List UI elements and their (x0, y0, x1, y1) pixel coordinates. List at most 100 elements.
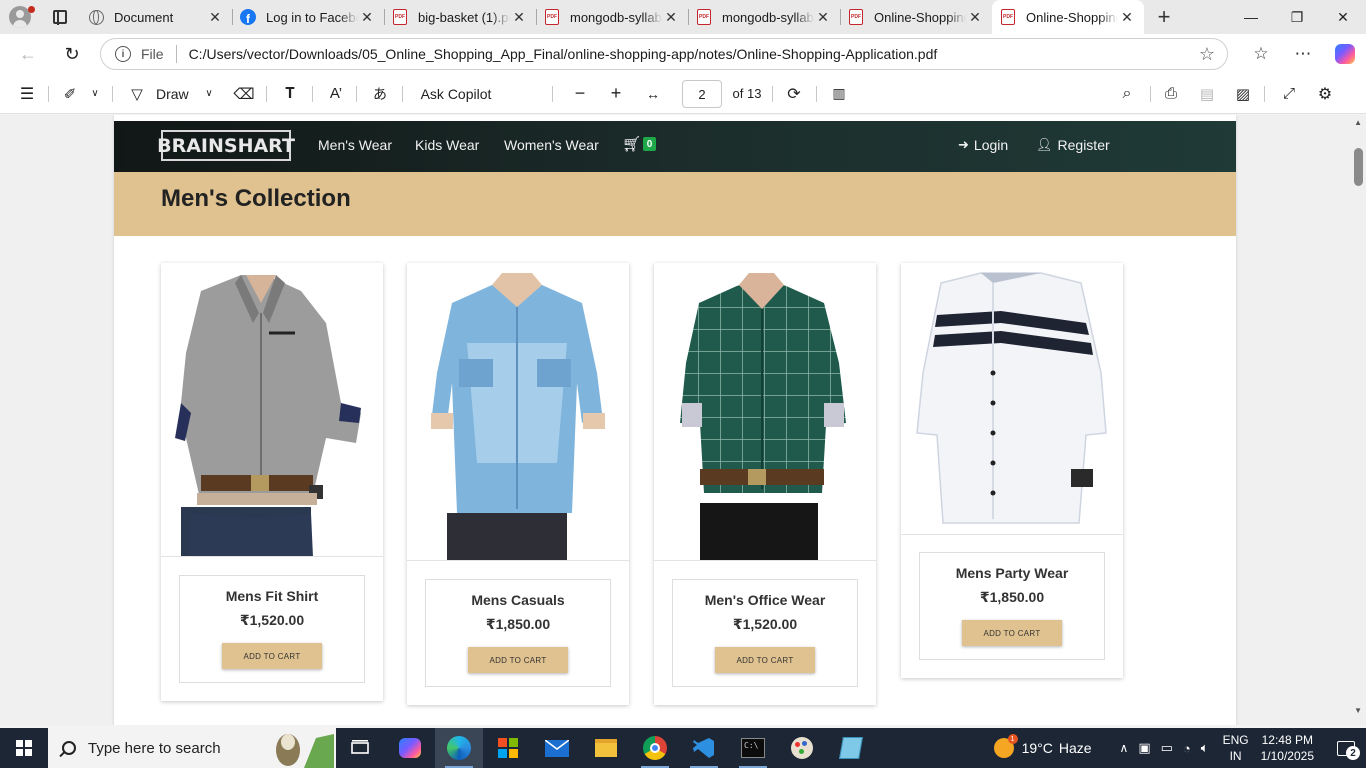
login-link[interactable]: ➜ Login (958, 137, 1008, 153)
draw-icon[interactable]: ▽ (126, 74, 148, 114)
scrollbar-thumb[interactable] (1354, 148, 1363, 186)
draw-dropdown-icon[interactable]: ∨ (200, 74, 218, 114)
mail-icon[interactable] (533, 728, 581, 768)
eraser-icon[interactable]: ⌫ (232, 74, 256, 114)
nav-womens-wear[interactable]: Women's Wear (504, 137, 599, 153)
cart-button[interactable]: 🛒︎ 0 (622, 135, 657, 153)
tab-online-shopping-active[interactable]: Online-Shopping-Application ✕ (992, 0, 1144, 34)
terminal-icon[interactable]: C:\ (729, 728, 777, 768)
notification-center-button[interactable]: 2 (1326, 728, 1366, 768)
close-tab-icon[interactable]: ✕ (206, 8, 224, 26)
microsoft-store-icon[interactable] (484, 728, 532, 768)
profile-button[interactable] (0, 0, 40, 34)
copilot-icon[interactable] (1335, 44, 1355, 64)
info-icon[interactable]: i (115, 46, 131, 62)
tab-online-shopping-1[interactable]: Online-Shopping-Application ✕ (840, 0, 992, 34)
close-tab-icon[interactable]: ✕ (966, 8, 984, 26)
paint-icon[interactable] (778, 728, 826, 768)
save-as-icon[interactable]: ▨ (1230, 74, 1256, 114)
tab-document[interactable]: Document ✕ (80, 0, 232, 34)
product-image[interactable] (161, 263, 383, 557)
settings-gear-icon[interactable]: ⚙ (1312, 74, 1338, 114)
nav-kids-wear[interactable]: Kids Wear (415, 137, 479, 153)
taskbar-search[interactable]: Type here to search (48, 728, 336, 768)
file-explorer-icon[interactable] (582, 728, 630, 768)
close-window-icon[interactable]: ✕ (1320, 0, 1366, 34)
brand-logo[interactable]: BRAINSHART (157, 130, 295, 161)
zoom-in-icon[interactable]: + (604, 74, 628, 114)
tab-actions-button[interactable] (40, 0, 80, 34)
add-to-cart-button[interactable]: ADD TO CART (222, 643, 322, 669)
fit-width-icon[interactable]: ↔ (640, 74, 666, 114)
region-code: IN (1229, 749, 1242, 763)
scroll-up-icon[interactable]: ▲ (1354, 118, 1362, 127)
print-icon[interactable]: ⎙ (1158, 74, 1184, 114)
wifi-icon[interactable]: ◔ (1183, 741, 1191, 756)
vscode-icon[interactable] (680, 728, 728, 768)
highlight-icon[interactable]: ✐ (58, 74, 82, 114)
scroll-down-icon[interactable]: ▼ (1354, 706, 1362, 715)
product-image[interactable] (901, 263, 1123, 535)
nav-mens-wear[interactable]: Men's Wear (318, 137, 392, 153)
clock[interactable]: 12:48 PM 1/10/2025 (1261, 732, 1314, 764)
start-button[interactable] (0, 728, 48, 768)
language-indicator[interactable]: ENG IN (1223, 732, 1249, 764)
save-icon[interactable]: ▤ (1194, 74, 1220, 114)
page-number-input[interactable]: 2 (682, 80, 722, 108)
weather-sun-icon: 1 (993, 734, 1018, 758)
back-arrow-icon[interactable]: ← (10, 36, 46, 72)
add-to-cart-button[interactable]: ADD TO CART (962, 620, 1062, 646)
product-card: Mens Party Wear ₹1,850.00 ADD TO CART (901, 263, 1123, 678)
restore-icon[interactable]: ❐ (1274, 0, 1320, 34)
translate-icon[interactable]: あ (368, 74, 392, 114)
battery-icon[interactable]: ▭ (1161, 740, 1173, 756)
zoom-out-icon[interactable]: − (568, 74, 592, 114)
url-text[interactable]: C:/Users/vector/Downloads/05_Online_Shop… (189, 46, 938, 62)
meet-now-icon[interactable]: ▣ (1138, 740, 1150, 756)
close-tab-icon[interactable]: ✕ (662, 8, 680, 26)
rotate-icon[interactable]: ⟳ (782, 74, 806, 114)
add-to-cart-button[interactable]: ADD TO CART (715, 647, 815, 673)
notepad-icon[interactable] (827, 728, 875, 768)
vertical-scrollbar[interactable] (1350, 115, 1366, 725)
tab-mongodb-2[interactable]: mongodb-syllabus ✕ (688, 0, 840, 34)
favorite-star-icon[interactable]: ☆ (1199, 44, 1215, 65)
register-link[interactable]: 👤︎ Register (1036, 137, 1110, 153)
favorites-icon[interactable]: ☆ (1240, 34, 1282, 74)
close-tab-icon[interactable]: ✕ (510, 8, 528, 26)
tab-mongodb-1[interactable]: mongodb-syllabus ✕ (536, 0, 688, 34)
divider (402, 86, 403, 102)
close-tab-icon[interactable]: ✕ (1118, 8, 1136, 26)
text-box-icon[interactable]: 𝐓 (278, 74, 302, 114)
page-view-icon[interactable]: ▥ (826, 74, 852, 114)
chrome-icon[interactable] (631, 728, 679, 768)
tab-big-basket[interactable]: big-basket (1).pdf ✕ (384, 0, 536, 34)
highlight-dropdown-icon[interactable]: ∨ (86, 74, 104, 114)
url-bar[interactable]: i File C:/Users/vector/Downloads/05_Onli… (100, 38, 1228, 70)
fullscreen-icon[interactable]: ⤢ (1276, 74, 1302, 114)
product-image[interactable] (654, 263, 876, 561)
windows-taskbar: Type here to search C:\ 1 19°C Haze ∧ ▣ … (0, 728, 1366, 768)
draw-button[interactable]: Draw (152, 74, 196, 114)
close-tab-icon[interactable]: ✕ (814, 8, 832, 26)
edge-browser-icon[interactable] (435, 728, 483, 768)
task-view-icon[interactable] (336, 728, 384, 768)
search-icon[interactable]: ⌕ (1114, 74, 1140, 114)
ask-copilot-button[interactable]: Ask Copilot (414, 74, 498, 114)
add-to-cart-button[interactable]: ADD TO CART (468, 647, 568, 673)
tab-facebook[interactable]: f Log in to Facebook ✕ (232, 0, 384, 34)
contents-icon[interactable]: ☰ (14, 74, 40, 114)
volume-icon[interactable]: 🔈︎ (1201, 740, 1209, 756)
more-options-icon[interactable]: ⋯ (1282, 34, 1324, 74)
copilot-app-icon[interactable] (386, 728, 434, 768)
refresh-icon[interactable]: ↻ (54, 36, 90, 72)
weather-widget[interactable]: 1 19°C Haze (993, 734, 1092, 758)
product-image[interactable] (407, 263, 629, 561)
new-tab-button[interactable]: + (1144, 0, 1184, 34)
read-aloud-icon[interactable]: A’ (324, 74, 348, 114)
close-tab-icon[interactable]: ✕ (358, 8, 376, 26)
tab-strip: Document ✕ f Log in to Facebook ✕ big-ba… (0, 0, 1366, 34)
search-icon (62, 741, 76, 755)
show-hidden-icons-chevron-icon[interactable]: ∧ (1120, 741, 1129, 755)
minimize-icon[interactable]: — (1228, 0, 1274, 34)
